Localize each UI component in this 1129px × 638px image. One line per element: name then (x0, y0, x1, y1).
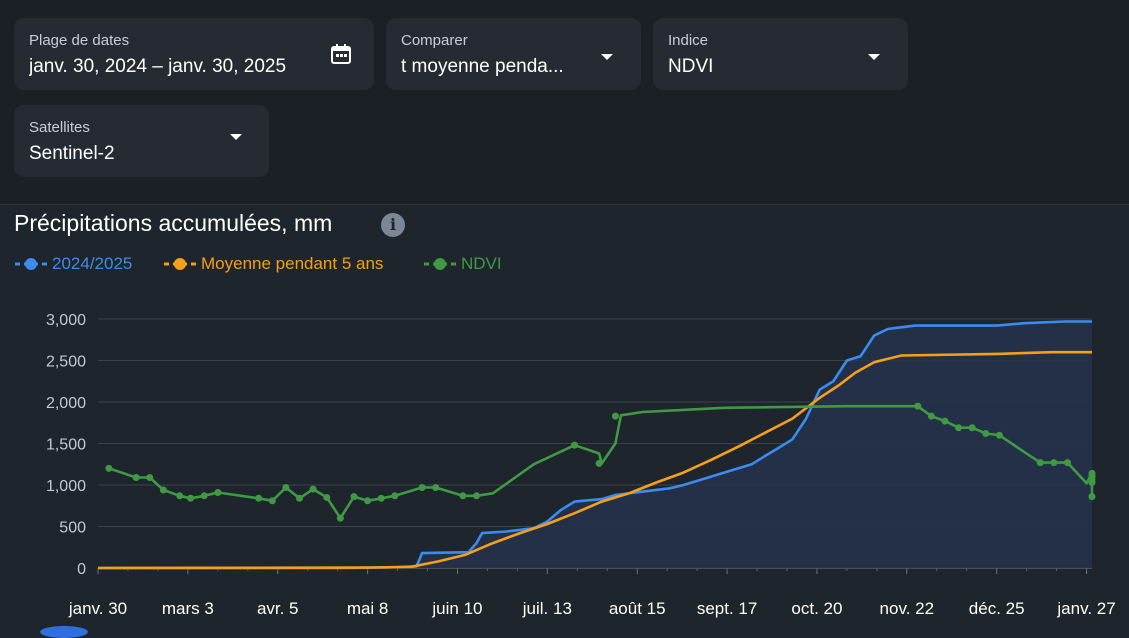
data-point (309, 485, 317, 493)
data-point (995, 431, 1003, 439)
x-tick-label: juil. 13 (522, 599, 572, 618)
x-tick-label: avr. 5 (257, 599, 299, 618)
compare-value: t moyenne penda... (401, 56, 564, 77)
data-point (459, 492, 467, 500)
date-range-value: janv. 30, 2024 – janv. 30, 2025 (29, 56, 287, 77)
x-tick-label: sept. 17 (697, 599, 758, 618)
data-point (268, 497, 276, 505)
data-point (968, 424, 976, 432)
data-point (336, 514, 344, 522)
series-area-0 (98, 321, 1092, 568)
chevron-down-icon (868, 54, 880, 60)
data-point (418, 483, 426, 491)
y-tick-label: 3,000 (46, 312, 86, 329)
legend-label: 2024/2025 (52, 254, 133, 273)
satellite-value: Sentinel-2 (29, 143, 115, 164)
data-point (1063, 459, 1071, 467)
data-point (214, 488, 222, 496)
y-tick-label: 2,000 (46, 395, 86, 412)
data-point (927, 412, 935, 420)
data-point (432, 483, 440, 491)
data-point (914, 402, 922, 410)
x-tick-label: juin 10 (431, 599, 482, 618)
precipitation-chart[interactable]: 3,000 2,500 2,000 1,500 1,000 500 0 janv. 30 mar… (0, 300, 1129, 631)
index-select[interactable]: Indice NDVI (653, 18, 908, 90)
info-icon[interactable]: i (381, 213, 405, 237)
data-point (571, 441, 579, 449)
x-tick-label: août 15 (609, 599, 666, 618)
data-point (255, 494, 263, 502)
data-point (611, 412, 619, 420)
data-point (132, 474, 140, 482)
data-point (176, 492, 184, 500)
y-tick-label: 0 (77, 561, 86, 578)
data-point (941, 417, 949, 425)
data-point (473, 492, 481, 500)
y-tick-label: 500 (59, 520, 86, 537)
chevron-down-icon (601, 54, 613, 60)
y-tick-label: 1,000 (46, 478, 86, 495)
x-tick-label: janv. 30 (68, 599, 127, 618)
data-point (323, 493, 331, 501)
data-point (105, 464, 113, 472)
satellite-label: Satellites (29, 119, 90, 136)
data-point (187, 494, 195, 502)
data-point (377, 494, 385, 502)
y-tick-label: 2,500 (46, 354, 86, 371)
legend-label: NDVI (461, 254, 502, 273)
filters-panel: Plage de dates janv. 30, 2024 – janv. 30… (0, 0, 1129, 205)
data-point (982, 430, 990, 438)
calendar-icon[interactable] (329, 42, 353, 66)
data-point (282, 483, 290, 491)
index-label: Indice (668, 32, 709, 49)
index-value: NDVI (668, 56, 714, 77)
chart-title: Précipitations accumulées, mm (14, 210, 333, 236)
x-tick-label: déc. 25 (969, 599, 1025, 618)
compare-select[interactable]: Comparer t moyenne penda... (386, 18, 641, 90)
x-tick-label: mars 3 (162, 599, 214, 618)
data-point (1036, 459, 1044, 467)
chevron-down-icon (230, 134, 242, 140)
data-point (1050, 459, 1058, 467)
date-range-picker[interactable]: Plage de dates janv. 30, 2024 – janv. 30… (14, 18, 374, 90)
date-range-label: Plage de dates (29, 32, 130, 49)
satellite-select[interactable]: Satellites Sentinel-2 (14, 105, 269, 177)
x-tick-label: nov. 22 (880, 599, 935, 618)
data-point (955, 424, 963, 432)
data-point (1088, 493, 1096, 501)
data-point (159, 486, 167, 494)
data-point (200, 492, 208, 500)
data-point (350, 493, 358, 501)
legend-marker-icon (15, 258, 47, 270)
compare-label: Comparer (401, 32, 468, 49)
y-tick-label: 1,500 (46, 437, 86, 454)
data-point (296, 494, 304, 502)
x-tick-label: mai 8 (347, 599, 389, 618)
data-point (146, 474, 154, 482)
data-point (595, 459, 603, 467)
legend-marker-icon (164, 258, 196, 270)
scroll-indicator (40, 626, 88, 638)
data-point (364, 497, 372, 505)
data-point (1088, 479, 1096, 487)
data-point (391, 492, 399, 500)
legend-label: Moyenne pendant 5 ans (201, 254, 384, 273)
legend-marker-icon (424, 258, 456, 270)
x-tick-label: oct. 20 (791, 599, 842, 618)
x-tick-label: janv. 27 (1056, 599, 1115, 618)
